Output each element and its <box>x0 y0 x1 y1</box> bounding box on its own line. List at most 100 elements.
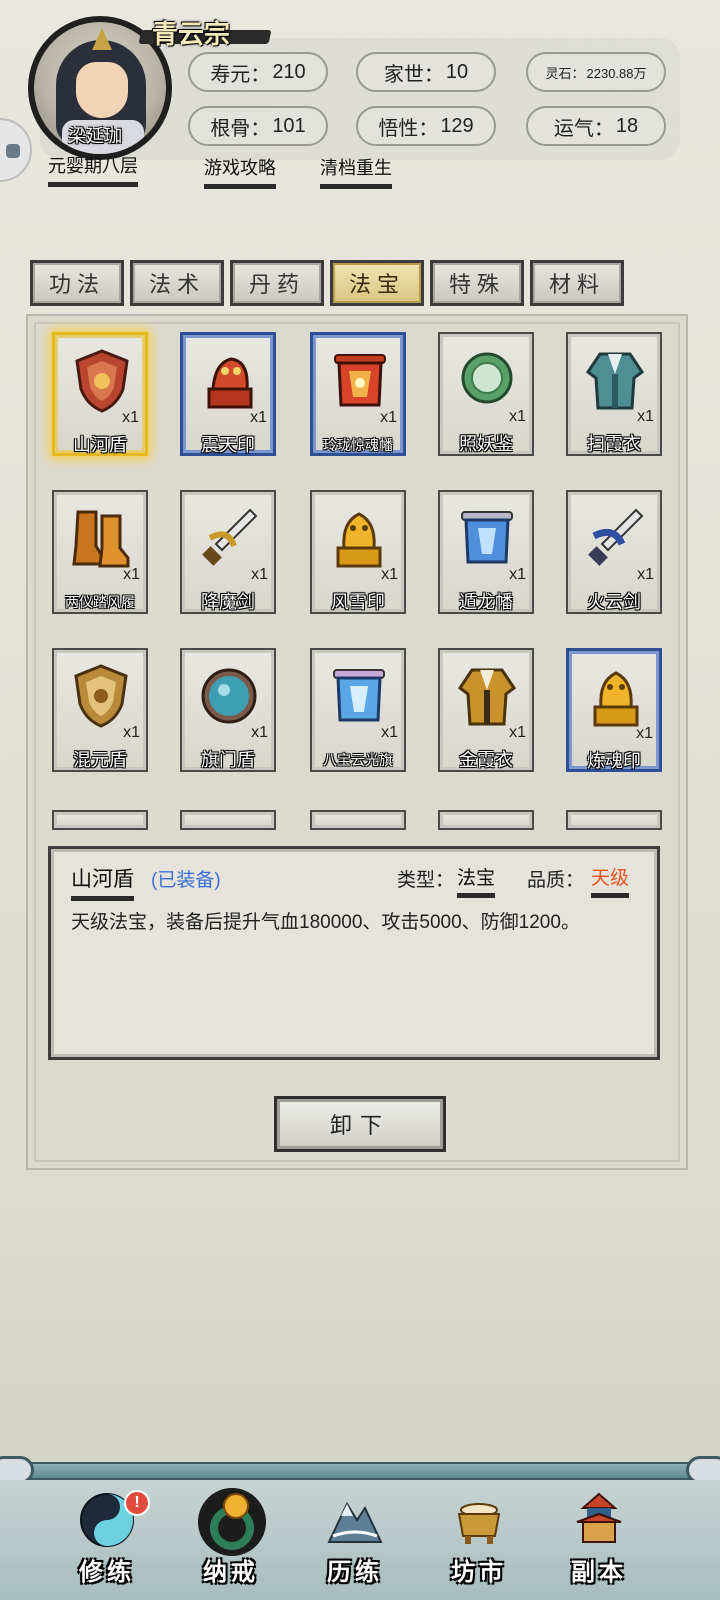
nav-label: 纳戒 <box>203 1559 259 1586</box>
item-quantity: x1 <box>122 409 139 426</box>
mountain-icon <box>327 1501 383 1543</box>
tab-pills[interactable]: 丹药 <box>230 260 324 306</box>
mirror-icon <box>461 352 513 404</box>
nav-market[interactable]: 坊市 <box>424 1486 534 1596</box>
item-quantity: x1 <box>250 409 267 426</box>
item-quantity: x1 <box>251 724 268 741</box>
tab-artifacts[interactable]: 法宝 <box>330 260 424 306</box>
notification-badge: ! <box>124 1490 150 1516</box>
detail-type-value: 法宝 <box>457 863 496 898</box>
item-quantity: x1 <box>251 566 268 583</box>
item-slot-partial[interactable] <box>310 810 406 830</box>
nav-label: 副本 <box>571 1559 627 1586</box>
tab-techniques[interactable]: 功法 <box>30 260 124 306</box>
nav-ring[interactable]: 纳戒 <box>176 1486 286 1596</box>
round-shield-icon <box>201 668 257 724</box>
tab-special[interactable]: 特殊 <box>430 260 524 306</box>
stat-label: 灵石： <box>545 65 585 81</box>
item-slot-partial[interactable] <box>566 810 662 830</box>
detail-equipped-status: (已装备) <box>151 870 221 891</box>
detail-type-label: 类型： <box>397 870 455 891</box>
stat-value: 210 <box>272 60 306 83</box>
nav-dungeon[interactable]: 副本 <box>544 1486 654 1596</box>
item-name: 风雪印 <box>331 592 385 612</box>
reset-save-link[interactable]: 清档重生 <box>320 154 392 189</box>
item-slot[interactable]: x1 山河盾 <box>52 332 148 456</box>
item-slot[interactable]: x1 火云剑 <box>566 490 662 614</box>
item-slot-partial[interactable] <box>52 810 148 830</box>
stat-label: 运气： <box>553 117 614 140</box>
item-name: 炼魂印 <box>587 751 641 771</box>
stat-spirit-stones: 灵石： 2230.88万 <box>526 52 666 92</box>
nav-divider <box>0 1462 720 1480</box>
stat-label: 根骨： <box>210 117 271 140</box>
detail-item-name: 山河盾 <box>71 863 134 901</box>
nav-adventure[interactable]: 历练 <box>300 1486 410 1596</box>
item-slot[interactable]: x1 玲珑惊魂幡 <box>310 332 406 456</box>
sword-icon <box>588 508 644 566</box>
detail-description: 天级法宝，装备后提升气血180000、攻击5000、防御1200。 <box>71 912 580 933</box>
item-name: 扫霞衣 <box>587 434 641 454</box>
item-slot[interactable]: x1 扫霞衣 <box>566 332 662 456</box>
stat-lifespan: 寿元： 210 <box>188 52 328 92</box>
sword-icon <box>202 508 258 566</box>
stat-value: 10 <box>445 60 469 83</box>
sect-name: 青云宗 <box>152 20 231 50</box>
stat-luck: 运气： 18 <box>526 106 666 146</box>
item-quantity: x1 <box>509 408 526 425</box>
stat-value: 101 <box>272 114 306 137</box>
nav-label: 坊市 <box>451 1559 507 1586</box>
side-menu-handle[interactable] <box>0 118 32 182</box>
item-name: 降魔剑 <box>201 592 255 612</box>
item-name: 金霞衣 <box>459 750 513 770</box>
seal-icon <box>593 671 639 727</box>
item-quantity: x1 <box>381 566 398 583</box>
item-slot[interactable]: x1 两仪踏风履 <box>52 490 148 614</box>
item-quantity: x1 <box>380 409 397 426</box>
item-quantity: x1 <box>123 724 140 741</box>
stat-bone: 根骨： 101 <box>188 106 328 146</box>
boots-icon <box>72 510 130 568</box>
stat-value: 2230.88万 <box>586 65 647 81</box>
robe-icon <box>586 352 644 410</box>
item-slot-partial[interactable] <box>180 810 276 830</box>
item-slot-partial[interactable] <box>438 810 534 830</box>
tab-spells[interactable]: 法术 <box>130 260 224 306</box>
game-guide-link[interactable]: 游戏攻略 <box>204 154 276 189</box>
stat-value: 18 <box>615 114 639 137</box>
item-name: 八宝云光旗 <box>323 752 393 768</box>
item-quantity: x1 <box>381 724 398 741</box>
tab-materials[interactable]: 材料 <box>530 260 624 306</box>
item-slot[interactable]: x1 照妖鉴 <box>438 332 534 456</box>
detail-quality-label: 品质： <box>527 870 585 891</box>
item-name: 玲珑惊魂幡 <box>323 437 393 453</box>
item-slot[interactable]: x1 遁龙幡 <box>438 490 534 614</box>
pagoda-icon <box>576 1492 622 1543</box>
item-quantity: x1 <box>509 724 526 741</box>
item-name: 山河盾 <box>73 435 127 455</box>
banner-icon <box>334 354 386 407</box>
unequip-button[interactable]: 卸下 <box>274 1096 446 1152</box>
shield-icon <box>74 664 128 728</box>
seal-icon <box>336 512 382 568</box>
item-slot[interactable]: x1 八宝云光旗 <box>310 648 406 772</box>
item-name: 遁龙幡 <box>459 592 513 612</box>
item-slot[interactable]: x1 炼魂印 <box>566 648 662 772</box>
item-slot[interactable]: x1 风雪印 <box>310 490 406 614</box>
item-name: 震天印 <box>201 435 255 455</box>
player-name: 梁延珈 <box>68 126 122 146</box>
nav-label: 历练 <box>327 1559 383 1586</box>
item-slot[interactable]: x1 金霞衣 <box>438 648 534 772</box>
item-slot[interactable]: x1 混元盾 <box>52 648 148 772</box>
item-slot[interactable]: x1 降魔剑 <box>180 490 276 614</box>
item-slot[interactable]: x1 旗门盾 <box>180 648 276 772</box>
dragon-seal-icon <box>207 357 253 409</box>
stat-label: 家世： <box>383 63 444 86</box>
item-name: 混元盾 <box>73 750 127 770</box>
item-name: 火云剑 <box>587 592 641 612</box>
item-slot[interactable]: x1 震天印 <box>180 332 276 456</box>
item-quantity: x1 <box>636 725 653 742</box>
item-quantity: x1 <box>637 408 654 425</box>
detail-quality-value: 天级 <box>591 863 630 898</box>
stat-label: 寿元： <box>210 63 271 86</box>
